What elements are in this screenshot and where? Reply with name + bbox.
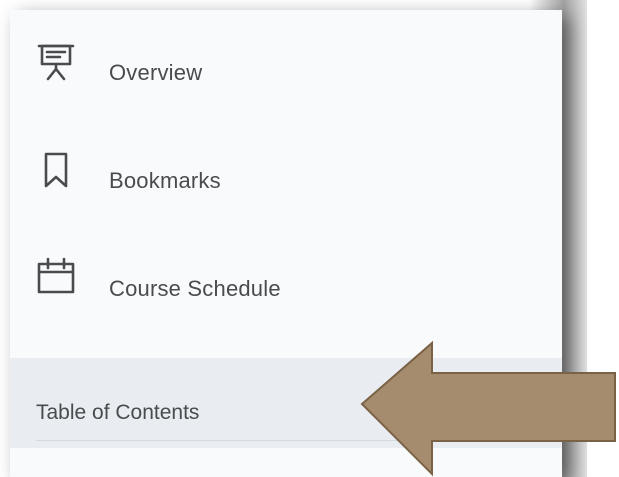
screenshot-stage: Overview Bookmarks Course Schedule Table… bbox=[0, 0, 619, 477]
sidebar-item-label: Bookmarks bbox=[109, 168, 221, 193]
sidebar-item-course-schedule[interactable]: Course Schedule bbox=[10, 234, 562, 314]
sidebar-item-label: Overview bbox=[109, 60, 203, 85]
pointer-arrow-annotation bbox=[345, 340, 619, 477]
presentation-icon bbox=[36, 42, 76, 82]
arrow-shape bbox=[360, 340, 616, 477]
table-of-contents-heading: Table of Contents bbox=[36, 401, 200, 424]
sidebar-item-bookmarks[interactable]: Bookmarks bbox=[10, 128, 562, 208]
bookmark-icon bbox=[36, 150, 76, 190]
calendar-icon bbox=[36, 256, 76, 296]
sidebar-item-overview[interactable]: Overview bbox=[10, 22, 562, 102]
sidebar-item-label: Course Schedule bbox=[109, 276, 281, 301]
